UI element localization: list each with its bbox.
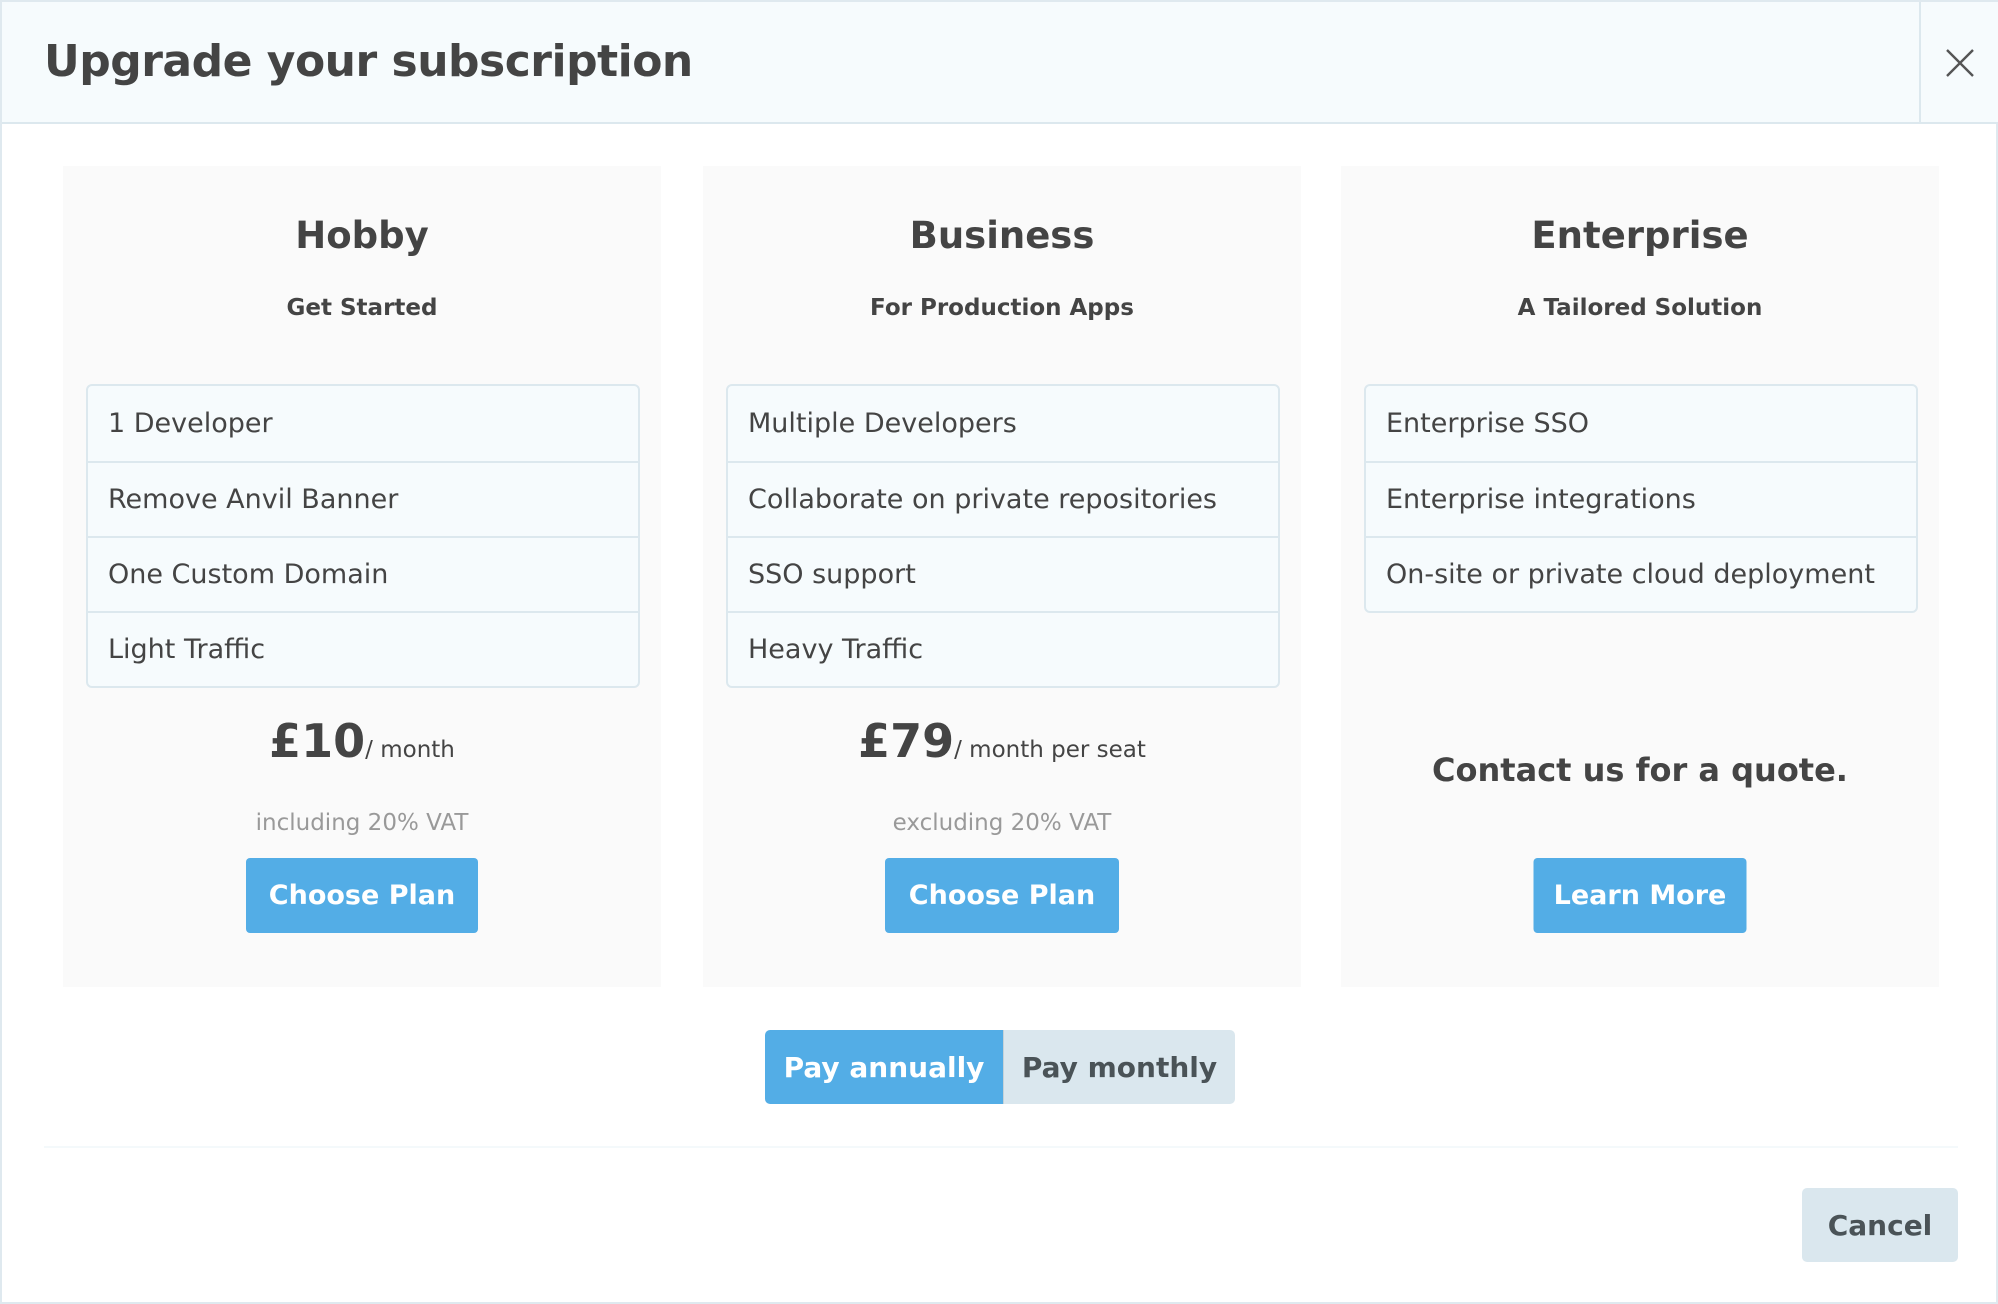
plan-price: £79/ month per seat bbox=[703, 714, 1301, 768]
feature-item: Collaborate on private repositories bbox=[728, 461, 1278, 536]
dialog-title: Upgrade your subscription bbox=[44, 36, 693, 87]
close-icon bbox=[1945, 49, 1974, 77]
choose-plan-button[interactable]: Choose Plan bbox=[246, 858, 478, 933]
plan-card-hobby: Hobby Get Started 1 Developer Remove Anv… bbox=[63, 166, 661, 987]
footer-divider bbox=[44, 1146, 1958, 1148]
close-button[interactable] bbox=[1919, 2, 1998, 124]
feature-list: Enterprise SSO Enterprise integrations O… bbox=[1364, 384, 1918, 613]
feature-item: One Custom Domain bbox=[88, 536, 638, 611]
plan-card-business: Business For Production Apps Multiple De… bbox=[703, 166, 1301, 987]
vat-note: excluding 20% VAT bbox=[892, 810, 1112, 836]
pay-monthly-option[interactable]: Pay monthly bbox=[1003, 1030, 1235, 1104]
upgrade-dialog: Upgrade your subscription Hobby Get Star… bbox=[0, 0, 1998, 1304]
plan-price: £10/ month bbox=[63, 714, 661, 768]
feature-item: Enterprise SSO bbox=[1386, 408, 1590, 439]
price-amount: £79 bbox=[858, 714, 955, 768]
feature-list: Multiple Developers Collaborate on priva… bbox=[726, 384, 1280, 688]
plan-name: Enterprise bbox=[1531, 214, 1749, 257]
dialog-header: Upgrade your subscription bbox=[2, 2, 1998, 124]
feature-item: On-site or private cloud deployment bbox=[1366, 536, 1916, 611]
vat-note: including 20% VAT bbox=[255, 810, 469, 836]
plan-subtitle: Get Started bbox=[286, 295, 438, 321]
price-period: / month bbox=[365, 737, 455, 763]
feature-item: Enterprise integrations bbox=[1366, 461, 1916, 536]
plan-name: Hobby bbox=[295, 214, 429, 257]
billing-toggle: Pay annually Pay monthly bbox=[765, 1030, 1235, 1104]
feature-item: SSO support bbox=[728, 536, 1278, 611]
pay-annually-option[interactable]: Pay annually bbox=[765, 1030, 1003, 1104]
feature-item: Light Traffic bbox=[88, 611, 638, 686]
plan-subtitle: For Production Apps bbox=[870, 295, 1134, 321]
plan-card-enterprise: Enterprise A Tailored Solution Enterpris… bbox=[1341, 166, 1939, 987]
choose-plan-button[interactable]: Choose Plan bbox=[885, 858, 1119, 933]
feature-item: Heavy Traffic bbox=[728, 611, 1278, 686]
plan-subtitle: A Tailored Solution bbox=[1517, 295, 1763, 321]
learn-more-button[interactable]: Learn More bbox=[1533, 858, 1747, 933]
price-amount: £10 bbox=[269, 714, 366, 768]
feature-list: 1 Developer Remove Anvil Banner One Cust… bbox=[86, 384, 640, 688]
feature-item: 1 Developer bbox=[108, 408, 273, 439]
plan-name: Business bbox=[909, 214, 1095, 257]
cancel-button[interactable]: Cancel bbox=[1802, 1188, 1958, 1262]
feature-item: Multiple Developers bbox=[748, 408, 1017, 439]
contact-quote-text: Contact us for a quote. bbox=[1432, 751, 1848, 789]
feature-item: Remove Anvil Banner bbox=[88, 461, 638, 536]
price-period: / month per seat bbox=[954, 737, 1146, 763]
